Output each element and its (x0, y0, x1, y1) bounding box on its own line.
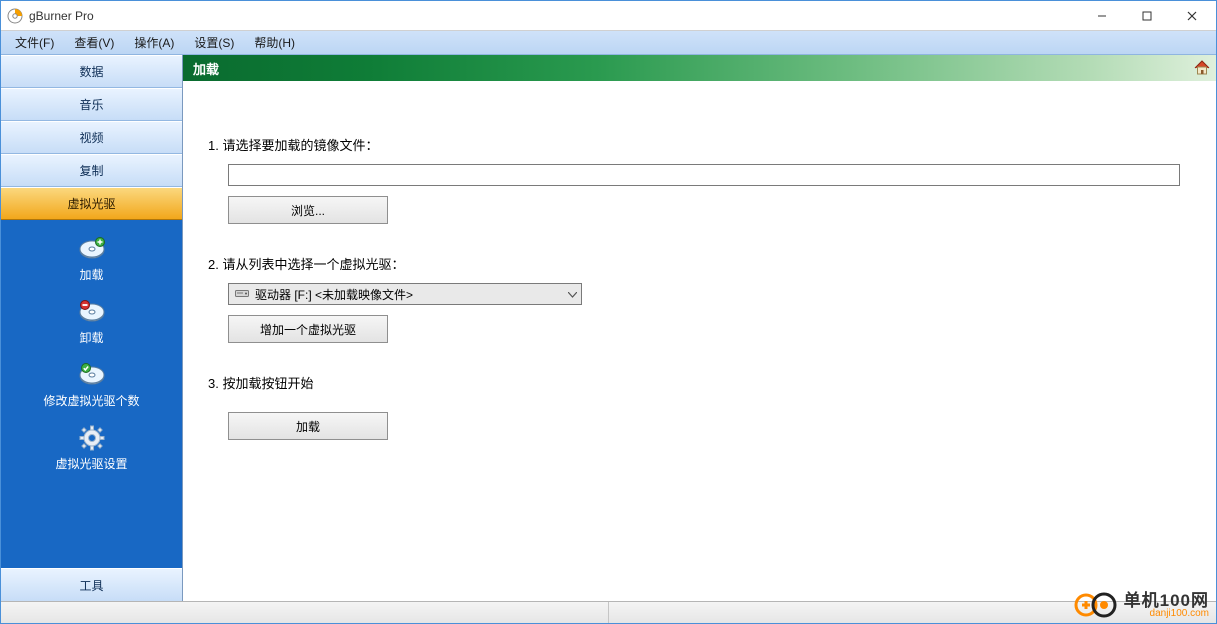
minimize-button[interactable] (1079, 1, 1124, 30)
panel-body: 1. 请选择要加载的镜像文件： 浏览... 2. 请从列表中选择一个虚拟光驱： … (183, 81, 1216, 601)
sidebar-task-change-count[interactable]: 修改虚拟光驱个数 (1, 356, 182, 419)
virtual-drive-select[interactable]: 驱动器 [F:] <未加载映像文件> (228, 283, 582, 305)
menu-action[interactable]: 操作(A) (124, 31, 184, 54)
disc-unmount-icon (77, 299, 107, 325)
status-bar (1, 601, 1216, 623)
drive-icon (235, 287, 249, 302)
image-path-input[interactable] (228, 164, 1180, 186)
home-button[interactable] (1192, 58, 1212, 78)
sidebar-category-music[interactable]: 音乐 (1, 88, 182, 121)
disc-mount-icon (77, 236, 107, 262)
sidebar-category-tools[interactable]: 工具 (1, 568, 182, 601)
menu-settings[interactable]: 设置(S) (184, 31, 244, 54)
sidebar-category-video[interactable]: 视频 (1, 121, 182, 154)
sidebar-category-virtual-drive[interactable]: 虚拟光驱 (1, 187, 182, 220)
panel-header: 加载 (183, 55, 1216, 81)
sidebar-task-label: 修改虚拟光驱个数 (43, 392, 139, 409)
menu-bar: 文件(F) 查看(V) 操作(A) 设置(S) 帮助(H) (1, 31, 1216, 55)
step1-label: 1. 请选择要加载的镜像文件： (208, 135, 1191, 154)
sidebar: 数据 音乐 视频 复制 虚拟光驱 加载 (1, 55, 183, 601)
disc-count-icon (77, 362, 107, 388)
sidebar-category-data[interactable]: 数据 (1, 55, 182, 88)
gear-icon (77, 425, 107, 451)
step-1: 1. 请选择要加载的镜像文件： 浏览... (208, 135, 1191, 224)
status-cell-right (609, 602, 1216, 623)
sidebar-task-label: 卸载 (79, 329, 103, 346)
chevron-down-icon (568, 287, 577, 301)
window-title: gBurner Pro (29, 9, 94, 23)
title-bar: gBurner Pro (1, 1, 1216, 31)
add-drive-button[interactable]: 增加一个虚拟光驱 (228, 315, 388, 343)
drive-selected-text: 驱动器 [F:] <未加载映像文件> (255, 286, 413, 303)
step3-label: 3. 按加载按钮开始 (208, 373, 1191, 392)
sidebar-task-mount[interactable]: 加载 (1, 230, 182, 293)
sidebar-task-label: 加载 (79, 266, 103, 283)
maximize-button[interactable] (1124, 1, 1169, 30)
sidebar-task-list: 加载 卸载 (1, 220, 182, 568)
panel-title: 加载 (193, 59, 219, 78)
menu-file[interactable]: 文件(F) (5, 31, 64, 54)
sidebar-task-settings[interactable]: 虚拟光驱设置 (1, 419, 182, 482)
main-area: 数据 音乐 视频 复制 虚拟光驱 加载 (1, 55, 1216, 601)
app-icon (7, 8, 23, 24)
sidebar-task-label: 虚拟光驱设置 (55, 455, 127, 472)
step2-label: 2. 请从列表中选择一个虚拟光驱： (208, 254, 1191, 273)
sidebar-category-copy[interactable]: 复制 (1, 154, 182, 187)
content-panel: 加载 1. 请选择要加载的镜像文件： 浏览... 2. 请从列表中选择一个虚拟光… (183, 55, 1216, 601)
menu-view[interactable]: 查看(V) (64, 31, 124, 54)
window-controls (1079, 1, 1214, 30)
close-button[interactable] (1169, 1, 1214, 30)
step-2: 2. 请从列表中选择一个虚拟光驱： 驱动器 [F:] <未加载映像文件> (208, 254, 1191, 343)
browse-button[interactable]: 浏览... (228, 196, 388, 224)
step-3: 3. 按加载按钮开始 加载 (208, 373, 1191, 440)
mount-button[interactable]: 加载 (228, 412, 388, 440)
menu-help[interactable]: 帮助(H) (244, 31, 305, 54)
sidebar-task-unmount[interactable]: 卸载 (1, 293, 182, 356)
status-cell-left (1, 602, 609, 623)
